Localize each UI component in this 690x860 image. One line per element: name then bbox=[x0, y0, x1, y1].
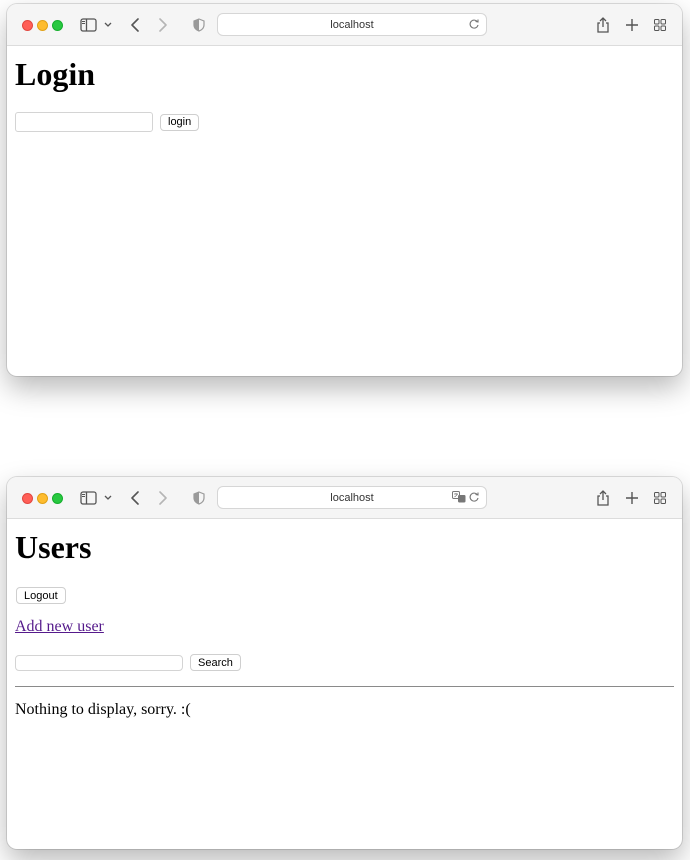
forward-button[interactable] bbox=[155, 488, 171, 508]
page-content: Users Logout Add new user Search Nothing… bbox=[7, 519, 682, 727]
shield-icon bbox=[193, 18, 205, 32]
translate-icon bbox=[452, 491, 466, 503]
forward-icon bbox=[159, 18, 167, 32]
back-button[interactable] bbox=[127, 15, 143, 35]
zoom-window-button[interactable] bbox=[52, 20, 63, 31]
share-button[interactable] bbox=[594, 15, 612, 35]
close-window-button[interactable] bbox=[22, 493, 33, 504]
add-new-user-link[interactable]: Add new user bbox=[15, 618, 104, 636]
page-title: Users bbox=[15, 529, 92, 565]
share-icon bbox=[597, 490, 609, 506]
tab-overview-button[interactable] bbox=[651, 488, 669, 508]
forward-button[interactable] bbox=[155, 15, 171, 35]
minimize-window-button[interactable] bbox=[37, 20, 48, 31]
sidebar-icon bbox=[80, 491, 112, 505]
url-text: localhost bbox=[330, 491, 374, 504]
privacy-report-button[interactable] bbox=[191, 15, 207, 35]
login-form: login bbox=[15, 112, 674, 132]
reload-button[interactable] bbox=[468, 491, 480, 506]
logout-button[interactable]: Logout bbox=[16, 587, 66, 604]
address-bar[interactable]: localhost bbox=[217, 13, 487, 36]
privacy-report-button[interactable] bbox=[191, 488, 207, 508]
page-content: Login login bbox=[7, 46, 682, 140]
share-icon bbox=[597, 17, 609, 33]
reload-icon bbox=[469, 492, 479, 502]
back-icon bbox=[131, 18, 139, 32]
login-button[interactable]: login bbox=[160, 113, 200, 131]
back-icon bbox=[131, 491, 139, 505]
add-user-row: Add new user bbox=[15, 618, 674, 636]
forward-icon bbox=[159, 491, 167, 505]
page-title: Login bbox=[15, 56, 96, 92]
tab-overview-icon bbox=[654, 19, 666, 31]
reload-button[interactable] bbox=[468, 18, 480, 33]
reload-icon bbox=[469, 19, 479, 29]
translate-button[interactable] bbox=[452, 491, 466, 506]
divider bbox=[15, 686, 674, 687]
url-text: localhost bbox=[330, 18, 374, 31]
sidebar-toggle-button[interactable] bbox=[80, 15, 114, 35]
share-button[interactable] bbox=[594, 488, 612, 508]
browser-toolbar: localhost bbox=[7, 4, 682, 46]
new-tab-icon bbox=[626, 19, 638, 31]
search-form: Search bbox=[15, 654, 674, 671]
search-input[interactable] bbox=[15, 654, 183, 671]
logout-row: Logout bbox=[15, 587, 674, 604]
new-tab-button[interactable] bbox=[623, 488, 641, 508]
sidebar-icon bbox=[80, 18, 112, 32]
new-tab-button[interactable] bbox=[623, 15, 641, 35]
tab-overview-icon bbox=[654, 492, 666, 504]
empty-state-message: Nothing to display, sorry. :( bbox=[15, 701, 191, 718]
browser-toolbar: localhost bbox=[7, 477, 682, 519]
address-bar[interactable]: localhost bbox=[217, 486, 487, 509]
shield-icon bbox=[193, 491, 205, 505]
tab-overview-button[interactable] bbox=[651, 15, 669, 35]
close-window-button[interactable] bbox=[22, 20, 33, 31]
browser-window-login: localhost Login login bbox=[7, 4, 682, 376]
search-button[interactable]: Search bbox=[190, 654, 241, 671]
new-tab-icon bbox=[626, 492, 638, 504]
sidebar-toggle-button[interactable] bbox=[80, 488, 114, 508]
login-input[interactable] bbox=[15, 112, 153, 132]
minimize-window-button[interactable] bbox=[37, 493, 48, 504]
zoom-window-button[interactable] bbox=[52, 493, 63, 504]
browser-window-users: localhost Users Logout Add new user Sear… bbox=[7, 477, 682, 849]
back-button[interactable] bbox=[127, 488, 143, 508]
